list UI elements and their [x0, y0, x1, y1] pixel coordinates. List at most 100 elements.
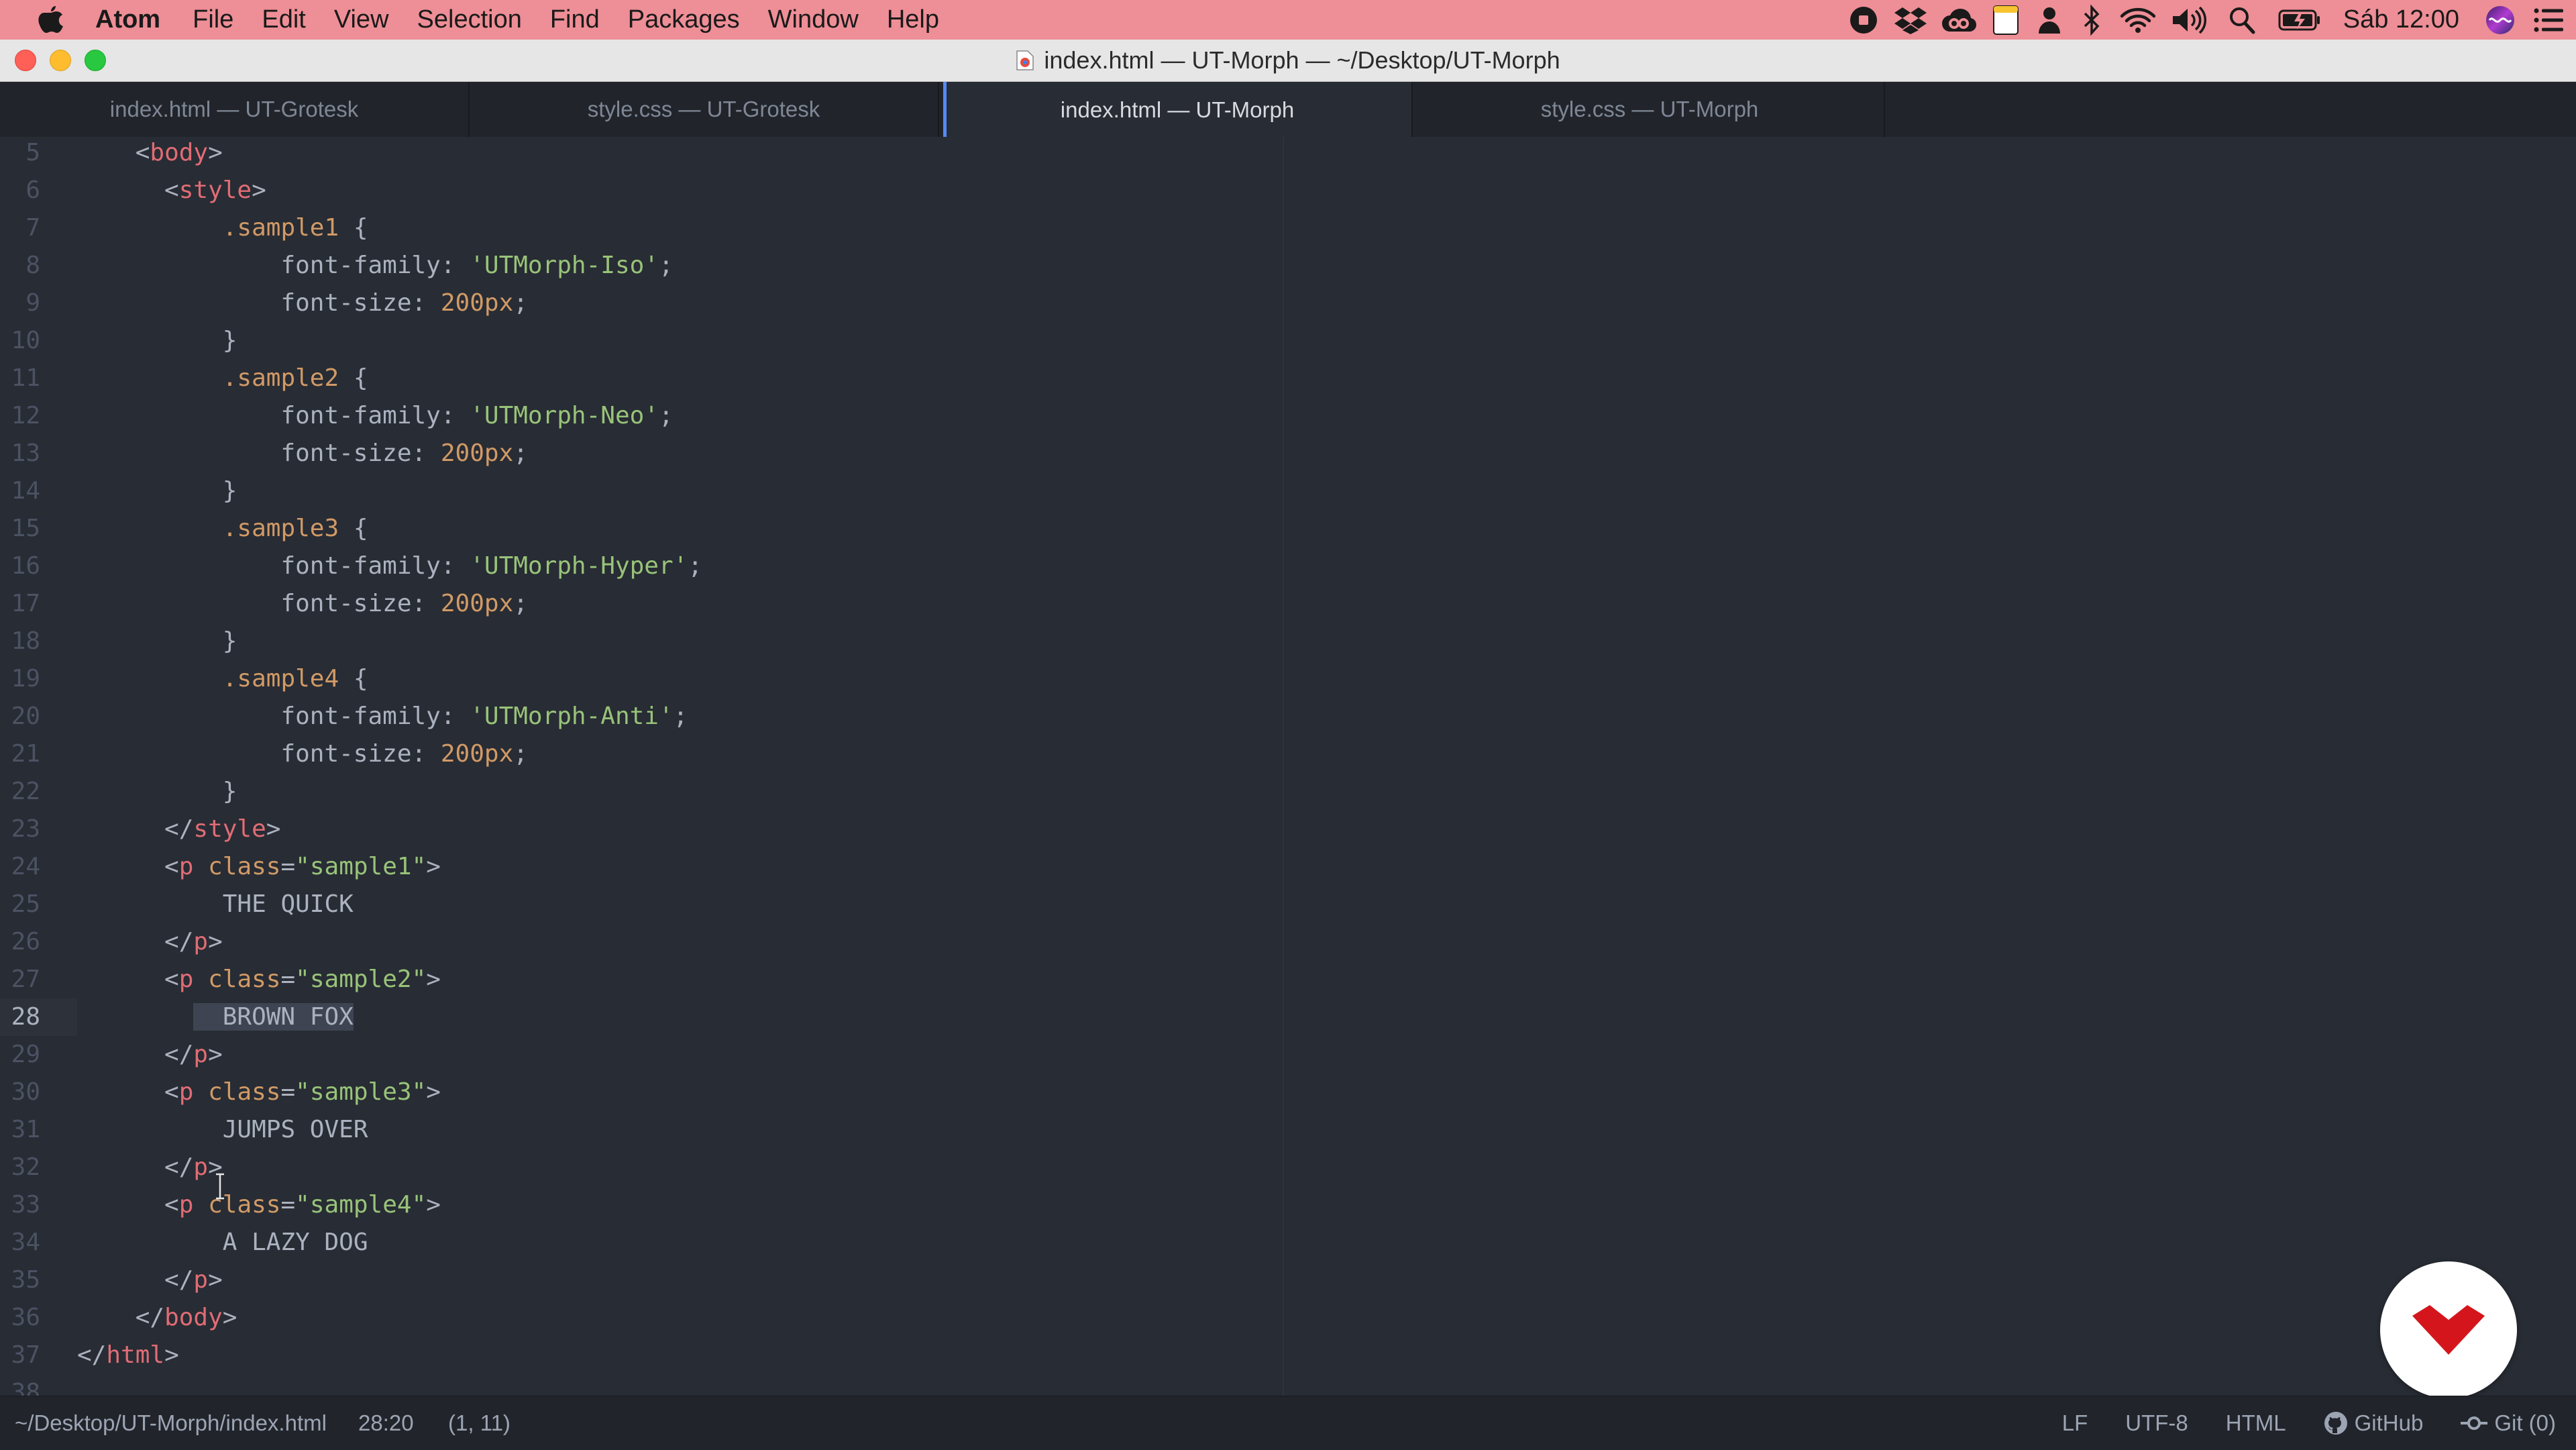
line-number[interactable]: 38 — [0, 1374, 40, 1396]
code-line[interactable]: 37 </html> — [0, 1337, 2576, 1374]
code-line[interactable]: 12 font-family: 'UTMorph-Neo'; — [0, 397, 2576, 435]
line-number[interactable]: 35 — [0, 1261, 40, 1299]
line-number[interactable]: 9 — [0, 284, 40, 322]
code-line[interactable]: 27 <p class="sample2"> — [0, 961, 2576, 998]
line-number[interactable]: 26 — [0, 923, 40, 961]
creative-cloud-icon[interactable] — [1934, 0, 1984, 40]
code-line[interactable]: 24 <p class="sample1"> — [0, 848, 2576, 886]
dropbox-icon[interactable] — [1887, 0, 1934, 40]
screen-record-icon[interactable] — [1840, 0, 1887, 40]
code-line[interactable]: 9 font-size: 200px; — [0, 284, 2576, 322]
notes-icon[interactable] — [1984, 0, 2028, 40]
code-line[interactable]: 14 } — [0, 472, 2576, 510]
menu-app-atom[interactable]: Atom — [95, 0, 160, 40]
code-line[interactable]: 22 } — [0, 773, 2576, 811]
line-number[interactable]: 22 — [0, 773, 40, 811]
tab-index-html-ut-morph[interactable]: index.html — UT-Morph — [943, 82, 1413, 138]
line-number[interactable]: 29 — [0, 1036, 40, 1074]
code-line[interactable]: 13 font-size: 200px; — [0, 435, 2576, 472]
menu-help[interactable]: Help — [887, 0, 939, 40]
line-number[interactable]: 33 — [0, 1186, 40, 1224]
code-line[interactable]: 5 <body> — [0, 137, 2576, 172]
line-number[interactable]: 24 — [0, 848, 40, 886]
code-line[interactable]: 19 .sample4 { — [0, 660, 2576, 698]
menu-file[interactable]: File — [193, 0, 233, 40]
volume-icon[interactable] — [2163, 0, 2214, 40]
line-number[interactable]: 23 — [0, 811, 40, 848]
code-line[interactable]: 28 BROWN FOX — [0, 998, 2576, 1036]
line-number[interactable]: 37 — [0, 1337, 40, 1374]
code-line[interactable]: 29 </p> — [0, 1036, 2576, 1074]
line-number[interactable]: 16 — [0, 548, 40, 585]
line-number[interactable]: 32 — [0, 1149, 40, 1186]
tab-style-css-ut-morph[interactable]: style.css — UT-Morph — [1415, 82, 1885, 137]
wifi-icon[interactable] — [2112, 0, 2163, 40]
status-encoding[interactable]: UTF-8 — [2125, 1410, 2188, 1436]
line-number[interactable]: 14 — [0, 472, 40, 510]
notification-center-icon[interactable] — [2522, 0, 2576, 40]
code-line[interactable]: 31 JUMPS OVER — [0, 1111, 2576, 1149]
code-line[interactable]: 6 <style> — [0, 172, 2576, 209]
line-number[interactable]: 31 — [0, 1111, 40, 1149]
line-number[interactable]: 28 — [0, 998, 40, 1036]
code-line[interactable]: 25 THE QUICK — [0, 886, 2576, 923]
code-line[interactable]: 30 <p class="sample3"> — [0, 1074, 2576, 1111]
line-number[interactable]: 18 — [0, 623, 40, 660]
line-number[interactable]: 36 — [0, 1299, 40, 1337]
spotlight-search-icon[interactable] — [2214, 0, 2269, 40]
code-line[interactable]: 7 .sample1 { — [0, 209, 2576, 247]
line-number[interactable]: 8 — [0, 247, 40, 284]
code-line[interactable]: 20 font-family: 'UTMorph-Anti'; — [0, 698, 2576, 735]
menu-view[interactable]: View — [334, 0, 389, 40]
line-number[interactable]: 17 — [0, 585, 40, 623]
user-lock-icon[interactable] — [2028, 0, 2071, 40]
menu-edit[interactable]: Edit — [262, 0, 305, 40]
code-line[interactable]: 32 </p> — [0, 1149, 2576, 1186]
line-number[interactable]: 13 — [0, 435, 40, 472]
code-line[interactable]: 15 .sample3 { — [0, 510, 2576, 548]
github-button[interactable]: GitHub — [2324, 1410, 2423, 1436]
line-number[interactable]: 6 — [0, 172, 40, 209]
line-number[interactable]: 12 — [0, 397, 40, 435]
line-number[interactable]: 30 — [0, 1074, 40, 1111]
code-line[interactable]: 35 </p> — [0, 1261, 2576, 1299]
line-number[interactable]: 20 — [0, 698, 40, 735]
status-grammar[interactable]: HTML — [2226, 1410, 2286, 1436]
line-number[interactable]: 19 — [0, 660, 40, 698]
line-number[interactable]: 34 — [0, 1224, 40, 1261]
status-file-path[interactable]: ~/Desktop/UT-Morph/index.html — [15, 1396, 327, 1450]
menu-find[interactable]: Find — [550, 0, 600, 40]
tab-index-html-ut-grotesk[interactable]: index.html — UT-Grotesk — [0, 82, 470, 137]
menu-window[interactable]: Window — [768, 0, 859, 40]
line-number[interactable]: 11 — [0, 360, 40, 397]
menu-packages[interactable]: Packages — [628, 0, 740, 40]
code-editor[interactable]: 5 <body> 6 <style> 7 .sample1 {8 font-fami… — [0, 137, 2576, 1396]
siri-icon[interactable] — [2478, 0, 2522, 40]
line-number[interactable]: 7 — [0, 209, 40, 247]
status-cursor-position[interactable]: 28:20 — [358, 1396, 414, 1450]
git-button[interactable]: Git (0) — [2461, 1410, 2556, 1436]
line-number[interactable]: 25 — [0, 886, 40, 923]
code-line[interactable]: 11 .sample2 { — [0, 360, 2576, 397]
code-line[interactable]: 18 } — [0, 623, 2576, 660]
line-number[interactable]: 10 — [0, 322, 40, 360]
code-line[interactable]: 8 font-family: 'UTMorph-Iso'; — [0, 247, 2576, 284]
code-line[interactable]: 23 </style> — [0, 811, 2576, 848]
tab-style-css-ut-grotesk[interactable]: style.css — UT-Grotesk — [470, 82, 939, 137]
status-line-ending[interactable]: LF — [2062, 1410, 2088, 1436]
bluetooth-icon[interactable] — [2071, 0, 2112, 40]
code-line[interactable]: 26 </p> — [0, 923, 2576, 961]
line-number[interactable]: 21 — [0, 735, 40, 773]
code-line[interactable]: 36 </body> — [0, 1299, 2576, 1337]
code-line[interactable]: 33 <p class="sample4"> — [0, 1186, 2576, 1224]
logo-badge[interactable] — [2380, 1261, 2517, 1398]
line-number[interactable]: 5 — [0, 137, 40, 172]
apple-icon[interactable] — [35, 3, 66, 37]
code-line[interactable]: 10 } — [0, 322, 2576, 360]
code-line[interactable]: 17 font-size: 200px; — [0, 585, 2576, 623]
menu-clock[interactable]: Sáb 12:00 — [2343, 5, 2459, 34]
code-line[interactable]: 34 A LAZY DOG — [0, 1224, 2576, 1261]
menu-selection[interactable]: Selection — [417, 0, 522, 40]
line-number[interactable]: 27 — [0, 961, 40, 998]
code-line[interactable]: 38 — [0, 1374, 2576, 1396]
